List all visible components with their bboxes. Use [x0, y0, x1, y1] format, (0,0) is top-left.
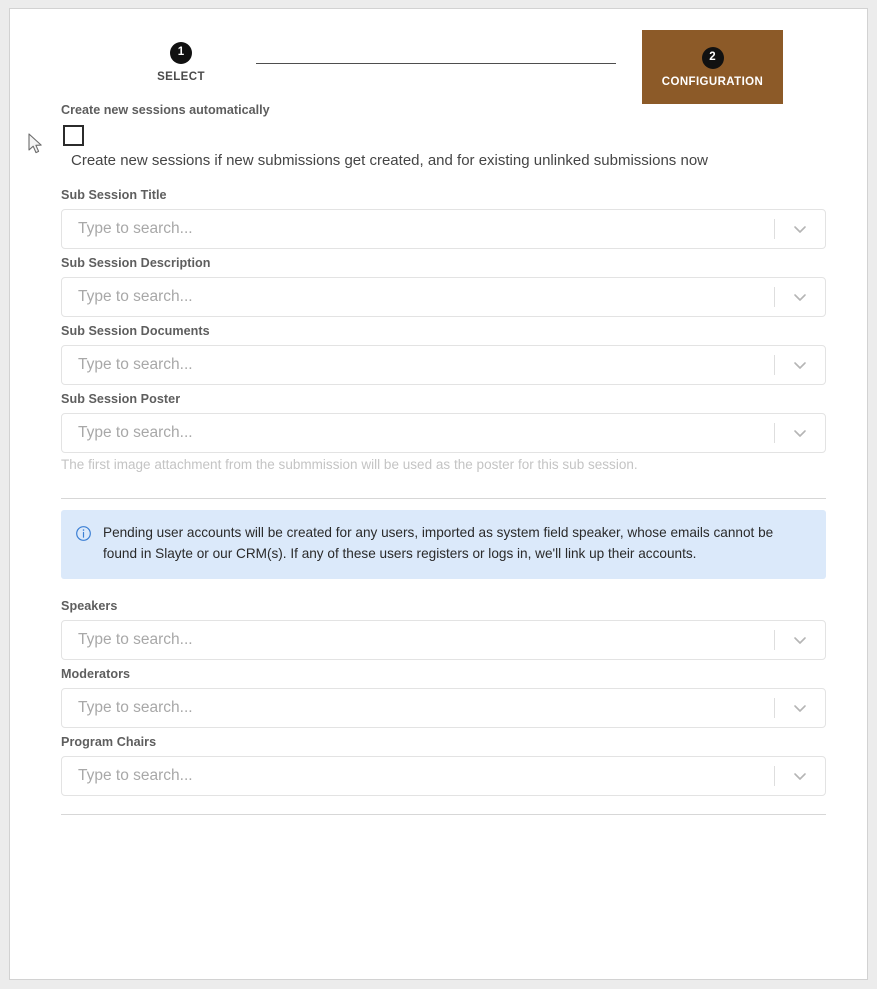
select-program-chairs[interactable]: Type to search...	[61, 756, 826, 796]
field-program-chairs: Program Chairs Type to search...	[61, 735, 826, 796]
placeholder-program-chairs: Type to search...	[62, 767, 774, 785]
info-circle-icon	[75, 525, 92, 542]
select-separator	[774, 287, 775, 307]
field-speakers: Speakers Type to search...	[61, 599, 826, 660]
helper-sub-session-poster: The first image attachment from the subm…	[61, 457, 826, 472]
configuration-form: Create new sessions automatically Create…	[10, 103, 867, 815]
select-separator	[774, 630, 775, 650]
field-moderators: Moderators Type to search...	[61, 667, 826, 728]
auto-create-sessions-description: Create new sessions if new submissions g…	[71, 151, 826, 171]
chevron-down-icon[interactable]	[789, 425, 811, 441]
wizard-card: 1 SELECT 2 CONFIGURATION Create new sess…	[9, 8, 868, 980]
select-separator	[774, 355, 775, 375]
select-separator	[774, 423, 775, 443]
label-sub-session-description: Sub Session Description	[61, 256, 826, 270]
chevron-down-icon[interactable]	[789, 632, 811, 648]
chevron-down-icon[interactable]	[789, 768, 811, 784]
select-speakers[interactable]: Type to search...	[61, 620, 826, 660]
chevron-down-icon[interactable]	[789, 700, 811, 716]
wizard-stepper: 1 SELECT 2 CONFIGURATION	[10, 9, 867, 102]
select-sub-session-title[interactable]: Type to search...	[61, 209, 826, 249]
label-program-chairs: Program Chairs	[61, 735, 826, 749]
stepper-connector-line	[256, 63, 616, 64]
bottom-divider	[61, 814, 826, 815]
placeholder-sub-session-description: Type to search...	[62, 288, 774, 306]
select-sub-session-documents[interactable]: Type to search...	[61, 345, 826, 385]
placeholder-sub-session-documents: Type to search...	[62, 356, 774, 374]
chevron-down-icon[interactable]	[789, 357, 811, 373]
label-sub-session-poster: Sub Session Poster	[61, 392, 826, 406]
pending-accounts-info-text: Pending user accounts will be created fo…	[103, 523, 810, 564]
placeholder-sub-session-poster: Type to search...	[62, 424, 774, 442]
step-select[interactable]: 1 SELECT	[133, 33, 229, 91]
field-sub-session-title: Sub Session Title Type to search...	[61, 188, 826, 249]
select-moderators[interactable]: Type to search...	[61, 688, 826, 728]
section-divider	[61, 498, 826, 499]
select-sub-session-poster[interactable]: Type to search...	[61, 413, 826, 453]
pending-accounts-info-alert: Pending user accounts will be created fo…	[61, 510, 826, 579]
field-sub-session-poster: Sub Session Poster Type to search... The…	[61, 392, 826, 472]
label-sub-session-title: Sub Session Title	[61, 188, 826, 202]
auto-create-sessions-group: Create new sessions automatically Create…	[61, 103, 826, 171]
label-sub-session-documents: Sub Session Documents	[61, 324, 826, 338]
auto-create-sessions-checkbox[interactable]	[63, 125, 84, 146]
chevron-down-icon[interactable]	[789, 221, 811, 237]
step-configuration[interactable]: 2 CONFIGURATION	[642, 30, 783, 104]
placeholder-sub-session-title: Type to search...	[62, 220, 774, 238]
step-select-number: 1	[170, 42, 192, 64]
label-moderators: Moderators	[61, 667, 826, 681]
select-separator	[774, 766, 775, 786]
page-frame: 1 SELECT 2 CONFIGURATION Create new sess…	[0, 0, 877, 989]
step-configuration-number: 2	[702, 47, 724, 69]
placeholder-speakers: Type to search...	[62, 631, 774, 649]
select-separator	[774, 698, 775, 718]
step-select-label: SELECT	[157, 71, 205, 83]
chevron-down-icon[interactable]	[789, 289, 811, 305]
select-separator	[774, 219, 775, 239]
label-speakers: Speakers	[61, 599, 826, 613]
step-configuration-label: CONFIGURATION	[662, 76, 763, 88]
field-sub-session-documents: Sub Session Documents Type to search...	[61, 324, 826, 385]
placeholder-moderators: Type to search...	[62, 699, 774, 717]
select-sub-session-description[interactable]: Type to search...	[61, 277, 826, 317]
auto-create-sessions-heading: Create new sessions automatically	[61, 103, 826, 117]
auto-create-sessions-row[interactable]: Create new sessions if new submissions g…	[61, 125, 826, 171]
field-sub-session-description: Sub Session Description Type to search..…	[61, 256, 826, 317]
